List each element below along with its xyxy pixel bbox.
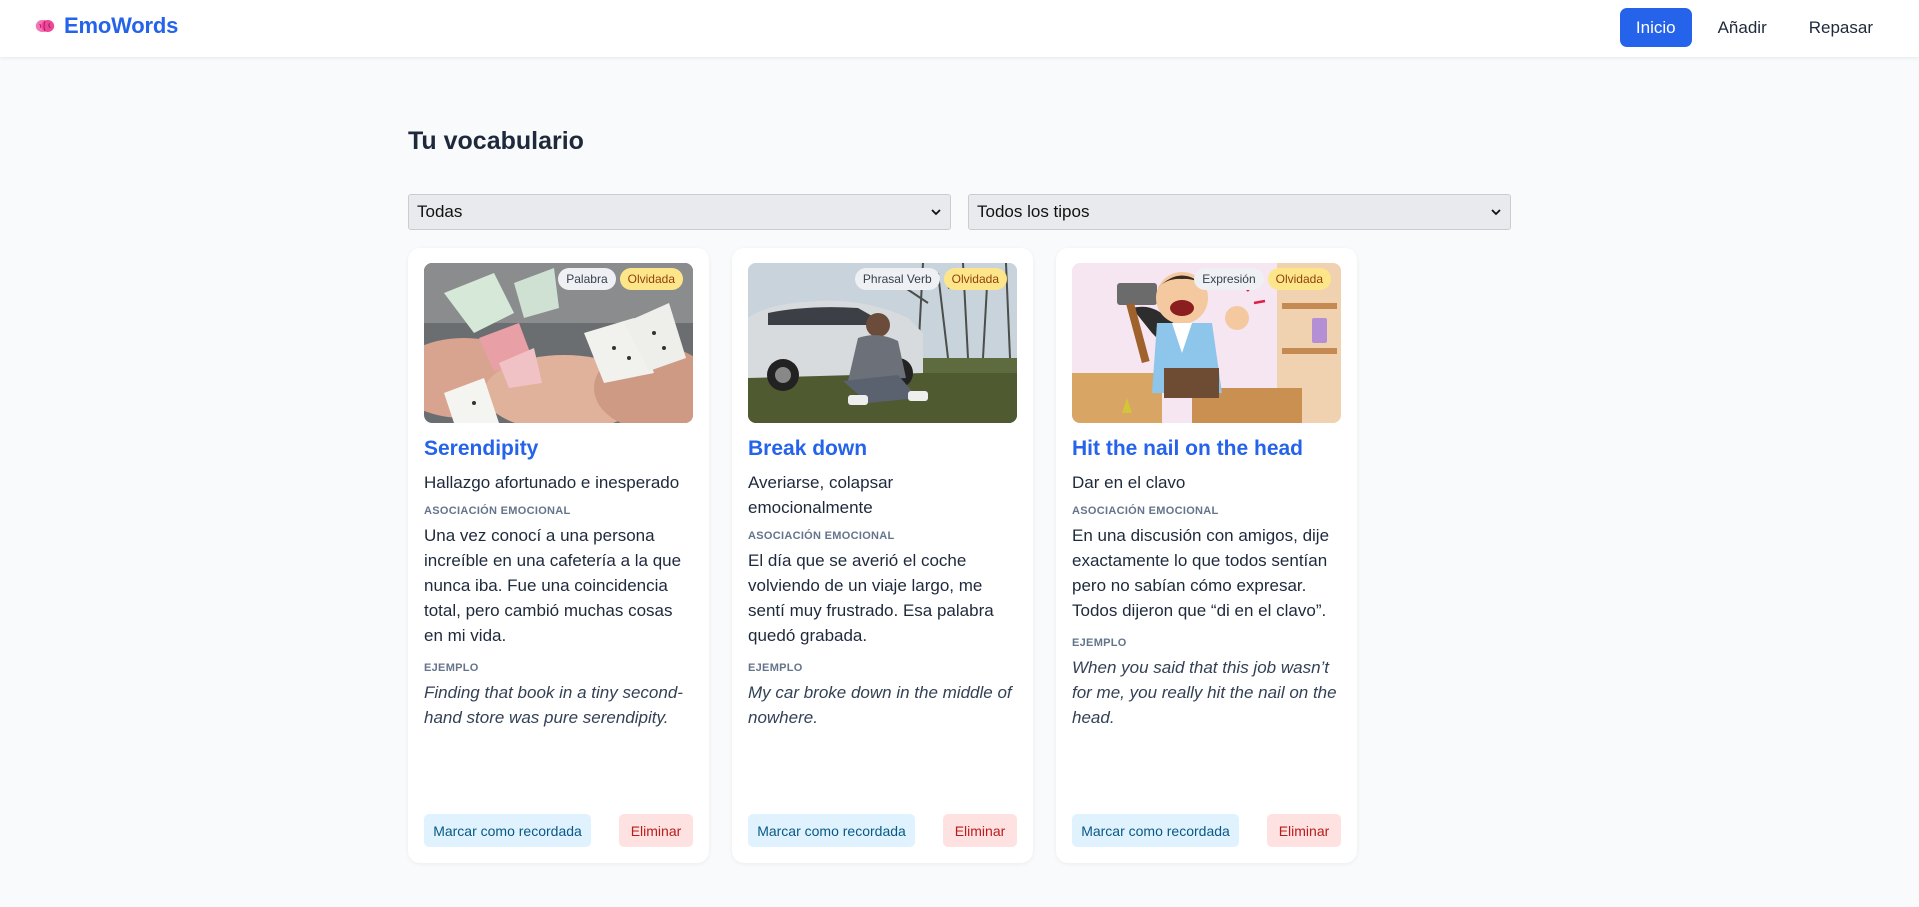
delete-button[interactable]: Eliminar — [619, 814, 693, 847]
association-label: ASOCIACIÓN EMOCIONAL — [1072, 505, 1219, 517]
card-word: Serendipity — [424, 437, 539, 460]
card-example: My car broke down in the middle of nowhe… — [748, 683, 1012, 727]
status-badge: Olvidada — [619, 268, 683, 290]
brand[interactable]: EmoWords — [34, 13, 178, 39]
card-association: En una discusión con amigos, dije exacta… — [1072, 526, 1330, 620]
card-association: El día que se averió el coche volviendo … — [748, 551, 994, 645]
mark-remembered-button[interactable]: Marcar como recordada — [1072, 814, 1239, 847]
status-filter-select[interactable]: Todas — [408, 194, 951, 230]
card-word: Hit the nail on the head — [1072, 437, 1304, 460]
nav-inicio[interactable]: Inicio — [1619, 8, 1692, 47]
chevron-down-icon — [1491, 209, 1501, 216]
brain-icon — [35, 20, 55, 32]
mark-remembered-button[interactable]: Marcar como recordada — [748, 814, 915, 847]
chevron-down-icon — [931, 209, 941, 216]
top-navbar: EmoWords Inicio Añadir Repasar — [0, 0, 1919, 57]
nav-anadir[interactable]: Añadir — [1702, 8, 1783, 47]
card-body: Break down Averiarse, colapsar emocional… — [748, 436, 1018, 730]
card-badges: Phrasal Verb Olvidada — [854, 268, 1007, 290]
type-badge: Palabra — [558, 268, 616, 290]
type-badge: Expresión — [1194, 268, 1264, 290]
card-badges: Palabra Olvidada — [558, 268, 683, 290]
card-body: Serendipity Hallazgo afortunado e inespe… — [424, 436, 694, 730]
status-filter-value: Todas — [417, 202, 463, 221]
association-label: ASOCIACIÓN EMOCIONAL — [424, 505, 571, 517]
main-nav: Inicio Añadir Repasar — [1619, 8, 1889, 47]
card-badges: Expresión Olvidada — [1194, 268, 1331, 290]
status-badge: Olvidada — [1267, 268, 1331, 290]
card-meaning: Averiarse, colapsar emocionalmente — [748, 473, 894, 517]
type-badge: Phrasal Verb — [854, 268, 940, 290]
nav-repasar[interactable]: Repasar — [1793, 8, 1889, 47]
vocab-card: Expresión Olvidada Hit the nail on the h… — [1056, 248, 1357, 863]
card-meaning: Hallazgo afortunado e inesperado — [424, 473, 680, 492]
type-filter-value: Todos los tipos — [977, 202, 1090, 221]
page-title: Tu vocabulario — [408, 127, 584, 155]
status-badge: Olvidada — [943, 268, 1007, 290]
card-example: Finding that book in a tiny second-hand … — [424, 683, 683, 727]
association-label: ASOCIACIÓN EMOCIONAL — [748, 530, 895, 542]
delete-button[interactable]: Eliminar — [943, 814, 1017, 847]
mark-remembered-button[interactable]: Marcar como recordada — [424, 814, 591, 847]
card-example: When you said that this job wasn’t for m… — [1072, 658, 1337, 727]
type-filter-select[interactable]: Todos los tipos — [968, 194, 1511, 230]
card-association: Una vez conocí a una persona increíble e… — [424, 526, 682, 645]
example-label: EJEMPLO — [1072, 637, 1127, 649]
example-label: EJEMPLO — [748, 662, 803, 674]
card-meaning: Dar en el clavo — [1072, 473, 1186, 492]
vocab-card: Palabra Olvidada Serendipity Hallazgo af… — [408, 248, 709, 863]
example-label: EJEMPLO — [424, 662, 479, 674]
delete-button[interactable]: Eliminar — [1267, 814, 1341, 847]
vocab-card: Phrasal Verb Olvidada Break down Averiar… — [732, 248, 1033, 863]
brand-name: EmoWords — [64, 13, 179, 38]
card-body: Hit the nail on the head Dar en el clavo… — [1072, 436, 1342, 730]
card-word: Break down — [748, 437, 868, 460]
